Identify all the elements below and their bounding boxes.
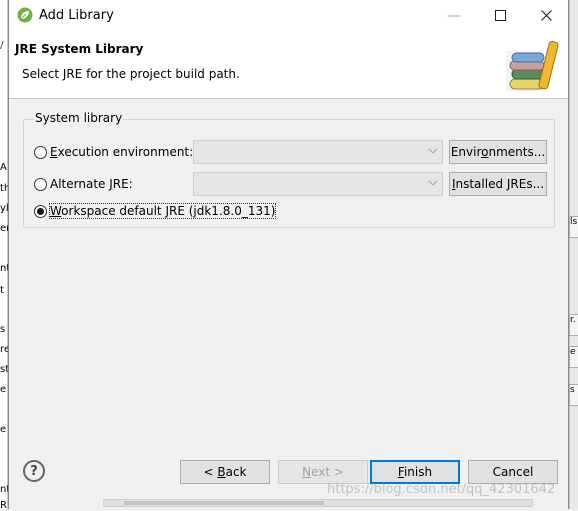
bg-char: nt	[0, 263, 8, 274]
installed-jres-button[interactable]: Installed JREs...	[449, 172, 547, 196]
cancel-button[interactable]: Cancel	[468, 460, 558, 484]
button-label: Finish	[397, 465, 433, 479]
radio-label: Execution environment:	[50, 145, 194, 159]
bg-char: st	[0, 364, 8, 375]
group-label: System library	[34, 111, 124, 125]
bg-char: /	[0, 40, 4, 51]
radio-alternate-jre[interactable]: Alternate JRE:	[34, 177, 133, 191]
bg-char: nt	[0, 484, 8, 495]
minimize-icon: —	[447, 7, 461, 24]
bg-button: ls	[569, 216, 578, 238]
next-button[interactable]: Next >	[278, 460, 368, 484]
help-button[interactable]: ?	[23, 460, 45, 482]
window-title: Add Library	[39, 8, 114, 23]
radio-button[interactable]	[34, 177, 47, 191]
execution-environment-combo[interactable]	[193, 140, 443, 164]
scrollbar-thumb	[124, 501, 324, 505]
bg-char: t	[0, 285, 4, 296]
bg-char: RE	[0, 500, 8, 511]
background-ide-right: ls r. e s	[569, 0, 578, 509]
background-ide-left: / A th yl er nt t s re st e e nt RE	[0, 0, 8, 511]
bg-char: e	[0, 424, 7, 435]
button-label: Next >	[302, 465, 344, 479]
page-description: Select JRE for the project build path.	[22, 67, 240, 81]
radio-button[interactable]	[34, 145, 47, 159]
environments-button[interactable]: Environments...	[449, 140, 547, 164]
close-button[interactable]	[523, 0, 569, 31]
wizard-body: System library Execution environment: En…	[9, 100, 568, 440]
add-library-dialog: Add Library — JRE System Library Select …	[8, 0, 569, 509]
background-scrollbar	[103, 499, 533, 507]
page-title: JRE System Library	[15, 42, 144, 56]
alternate-jre-combo[interactable]	[193, 172, 443, 196]
maximize-button[interactable]	[477, 0, 523, 31]
bg-char: yl	[0, 203, 8, 214]
radio-workspace-default-jre[interactable]: Workspace default JRE (jdk1.8.0_131)	[34, 203, 277, 219]
button-label: Installed JREs...	[451, 177, 545, 191]
library-books-icon	[506, 40, 559, 91]
chevron-down-icon	[428, 148, 438, 154]
radio-execution-environment[interactable]: Execution environment:	[34, 145, 193, 159]
maximize-icon	[494, 10, 506, 21]
wizard-header: JRE System Library Select JRE for the pr…	[9, 31, 568, 99]
help-icon: ?	[30, 463, 38, 479]
spring-leaf-icon	[17, 7, 33, 23]
bg-char: re	[0, 344, 8, 355]
bg-button: s	[569, 384, 578, 406]
system-library-group: System library Execution environment: En…	[23, 111, 555, 228]
bg-char: s	[0, 324, 6, 335]
bg-button: e	[569, 346, 578, 368]
bg-char: e	[0, 384, 7, 395]
radio-label: Workspace default JRE (jdk1.8.0_131)	[48, 203, 277, 219]
bg-button: r.	[569, 314, 578, 336]
watermark: https://blog.csdn.net/qq_42301642	[327, 482, 556, 497]
chevron-down-icon	[428, 180, 438, 186]
wizard-footer: ? < Back Next > Finish Cancel https://bl…	[9, 440, 568, 509]
minimize-button[interactable]: —	[431, 0, 477, 31]
button-label: < Back	[203, 465, 247, 479]
finish-button[interactable]: Finish	[370, 460, 460, 484]
bg-char: er	[0, 223, 8, 234]
radio-button[interactable]	[34, 204, 47, 218]
back-button[interactable]: < Back	[180, 460, 270, 484]
bg-char: th	[0, 183, 8, 194]
button-label: Environments...	[450, 145, 546, 159]
radio-label: Alternate JRE:	[50, 177, 133, 191]
title-bar[interactable]: Add Library —	[9, 0, 568, 31]
bg-char: A	[0, 162, 7, 173]
close-icon	[540, 10, 552, 21]
button-label: Cancel	[492, 465, 534, 479]
